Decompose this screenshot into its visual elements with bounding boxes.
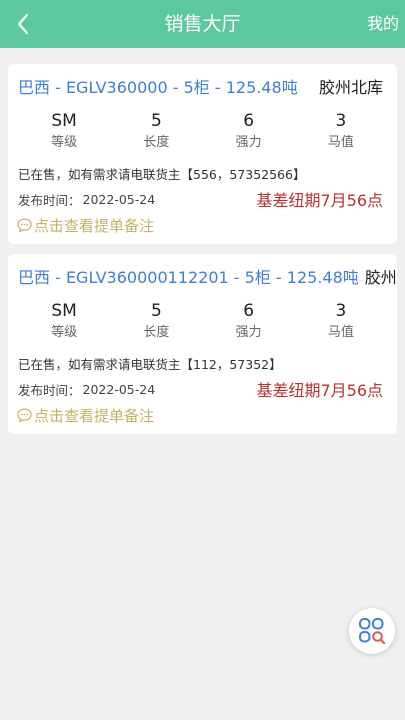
spec-value: 5	[150, 301, 162, 321]
spec-value: SM	[51, 111, 77, 131]
listing-price: 基差纽期7月56点	[256, 191, 383, 210]
chat-bubble-icon	[17, 407, 32, 423]
spec-label: 等级	[51, 325, 78, 340]
app-header: 销售大厅 我的	[0, 0, 405, 48]
listing-location: 胶州北库	[318, 78, 383, 97]
spec-label: 长度	[143, 325, 170, 340]
spec-value: SM	[51, 301, 77, 321]
bill-note-link[interactable]: 点击查看提单备注	[16, 214, 154, 236]
spec-label: 等级	[51, 135, 78, 150]
spec-label: 强力	[235, 325, 262, 340]
spec-value: 3	[335, 301, 347, 321]
listing-title-row: 巴西 - EGLV360000112201 - 5柜 - 125.48吨 胶州北…	[18, 264, 397, 288]
listing-date-row: 发布时间： 2022-05-24 基差纽期7月56点	[18, 378, 383, 400]
bill-note-link[interactable]: 点击查看提单备注	[16, 404, 154, 426]
spec-length: 5 长度	[110, 110, 202, 154]
spec-label: 长度	[143, 135, 170, 150]
spec-grade: SM 等级	[18, 110, 110, 154]
spec-grid: SM 等级 5 长度 6 强力 3 马值	[18, 110, 387, 154]
page-title: 销售大厅	[164, 13, 241, 35]
listing-status: 已在售，如有需求请电联货主【556，57352566】	[18, 167, 306, 182]
spec-strength: 6 强力	[203, 110, 295, 154]
listing-location: 胶州北库	[364, 268, 397, 287]
listing-card[interactable]: 巴西 - EGLV360000 - 5柜 - 125.48吨 胶州北库 SM 等…	[8, 64, 397, 244]
bill-note-text[interactable]: 点击查看提单备注	[34, 405, 154, 426]
publish-date-label: 发布时间：	[18, 192, 81, 208]
apps-search-icon	[359, 618, 386, 645]
spec-label: 马值	[327, 135, 354, 150]
spec-value: 6	[243, 111, 255, 131]
publish-date: 2022-05-24	[82, 381, 156, 397]
spec-label: 马值	[327, 325, 354, 340]
listing-title-row: 巴西 - EGLV360000 - 5柜 - 125.48吨 胶州北库	[18, 74, 397, 98]
spec-micronaire: 3 马值	[295, 110, 387, 154]
spec-micronaire: 3 马值	[295, 300, 387, 344]
listing-status: 已在售，如有需求请电联货主【112，57352】	[18, 357, 282, 372]
spec-label: 强力	[235, 135, 262, 150]
spec-value: 3	[335, 111, 347, 131]
spec-strength: 6 强力	[203, 300, 295, 344]
my-account-link[interactable]: 我的	[367, 0, 399, 48]
chat-bubble-icon	[17, 217, 32, 233]
floating-search-button[interactable]	[349, 608, 395, 654]
listing-card[interactable]: 巴西 - EGLV360000112201 - 5柜 - 125.48吨 胶州北…	[8, 254, 397, 434]
listing-title[interactable]: 巴西 - EGLV360000 - 5柜 - 125.48吨	[18, 74, 298, 98]
listing-title[interactable]: 巴西 - EGLV360000112201 - 5柜 - 125.48吨	[18, 264, 359, 288]
spec-value: 5	[150, 111, 162, 131]
bill-note-text[interactable]: 点击查看提单备注	[34, 215, 154, 236]
listing-date-row: 发布时间： 2022-05-24 基差纽期7月56点	[18, 188, 383, 210]
spec-grade: SM 等级	[18, 300, 110, 344]
spec-value: 6	[243, 301, 255, 321]
publish-date: 2022-05-24	[82, 191, 156, 207]
spec-length: 5 长度	[110, 300, 202, 344]
publish-date-label: 发布时间：	[18, 382, 81, 398]
listing-price: 基差纽期7月56点	[256, 381, 383, 400]
spec-grid: SM 等级 5 长度 6 强力 3 马值	[18, 300, 387, 344]
